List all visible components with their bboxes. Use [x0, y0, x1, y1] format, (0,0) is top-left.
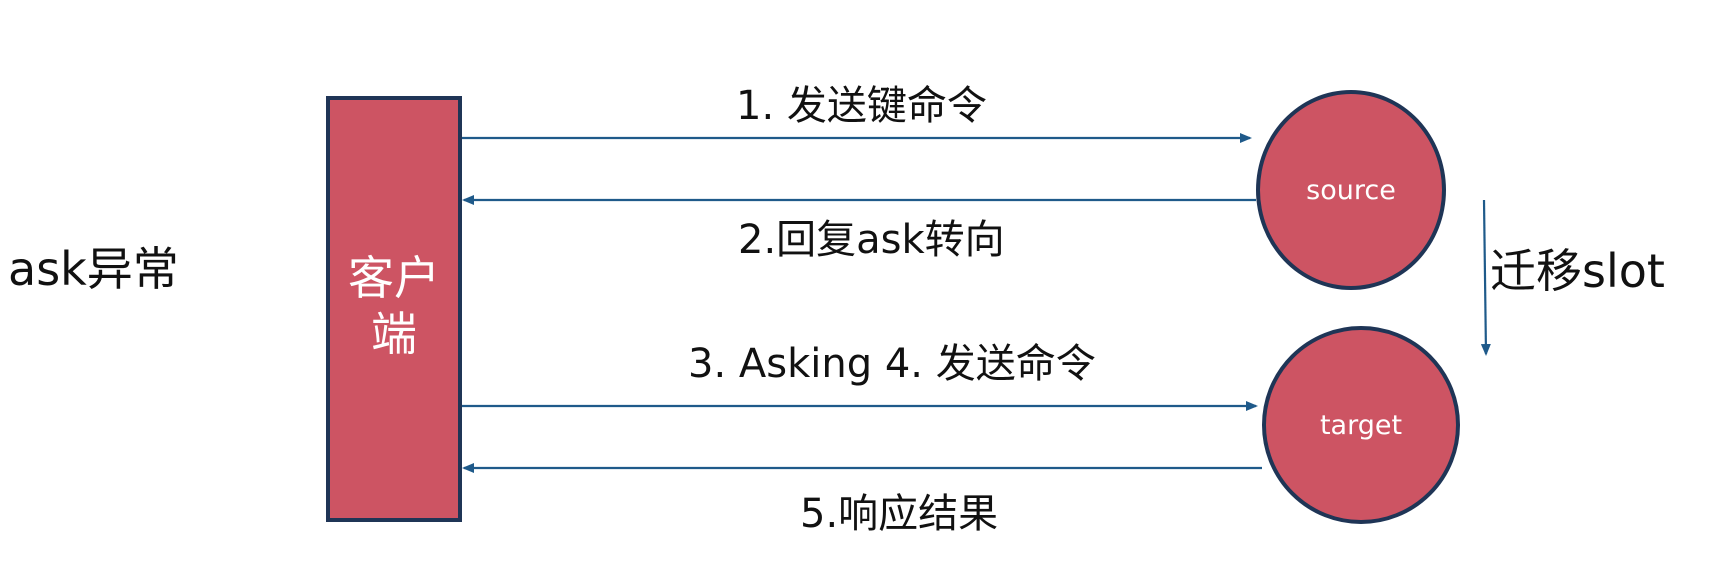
step3-4-label: 3. Asking 4. 发送命令 [688, 341, 1096, 387]
client-label: 客户 端 [348, 251, 440, 361]
arrow-migrate-slot [1480, 199, 1491, 356]
source-node: source [1256, 90, 1446, 290]
target-node-label: target [1319, 409, 1403, 441]
step1-label: 1. 发送键命令 [736, 83, 987, 129]
diagram-title: ask异常 [8, 242, 179, 296]
target-node: target [1262, 326, 1460, 524]
client-box: 客户 端 [326, 96, 462, 522]
ask-redirection-diagram: ask异常 客户 端 source target 1. 发送键命令 2.回复as… [0, 0, 1720, 577]
migrate-slot-label: 迁移slot [1490, 244, 1665, 298]
step2-label: 2.回复ask转向 [738, 217, 1005, 263]
step5-label: 5.响应结果 [800, 491, 999, 537]
source-node-label: source [1306, 174, 1396, 206]
